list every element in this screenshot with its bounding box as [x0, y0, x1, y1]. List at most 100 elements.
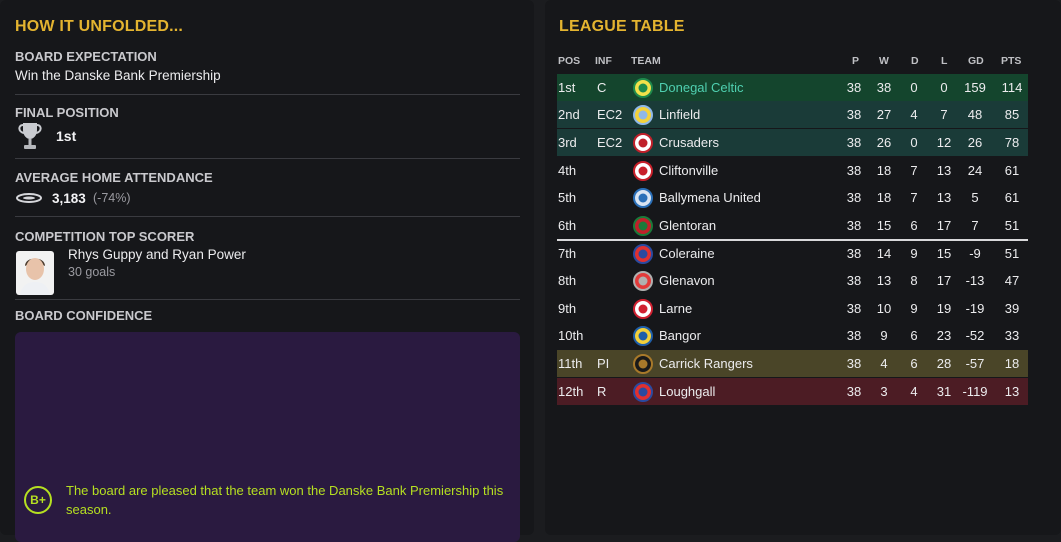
table-row[interactable]: 10th Bangor 38 9 6 23 -52 33: [557, 322, 1028, 349]
header-p[interactable]: P: [852, 55, 859, 67]
cell-d: 4: [910, 107, 918, 122]
table-row[interactable]: 2nd EC2 Linfield 38 27 4 7 48 85: [557, 101, 1028, 128]
cell-d: 0: [910, 135, 918, 150]
panel-title: HOW IT UNFOLDED...: [15, 18, 184, 35]
cell-pts: 51: [1004, 218, 1020, 233]
cell-pos: 4th: [558, 163, 577, 178]
cell-inf: R: [597, 384, 607, 399]
table-row[interactable]: 9th Larne 38 10 9 19 -19 39: [557, 295, 1028, 322]
cell-pos: 3rd: [558, 135, 577, 150]
player-avatar[interactable]: [16, 251, 54, 295]
board-expectation-label: BOARD EXPECTATION: [15, 49, 157, 64]
cell-pos: 7th: [558, 246, 577, 261]
cell-pts: 39: [1004, 301, 1020, 316]
cell-p: 38: [846, 80, 862, 95]
cell-team[interactable]: Loughgall: [659, 384, 715, 399]
cell-pos: 1st: [558, 80, 576, 95]
cell-pts: 61: [1004, 190, 1020, 205]
cell-team[interactable]: Glenavon: [659, 273, 715, 288]
final-position-label: FINAL POSITION: [15, 105, 119, 120]
cell-gd: -13: [965, 273, 985, 288]
cell-p: 38: [846, 328, 862, 343]
cell-team[interactable]: Cliftonville: [659, 163, 718, 178]
donegal-celtic-badge: [633, 78, 653, 98]
cell-pts: 47: [1004, 273, 1020, 288]
cell-team[interactable]: Linfield: [659, 107, 700, 122]
cell-pos: 12th: [558, 384, 584, 399]
cell-p: 38: [846, 218, 862, 233]
table-row[interactable]: 8th Glenavon 38 13 8 17 -13 47: [557, 267, 1028, 294]
cell-team[interactable]: Bangor: [659, 328, 701, 343]
table-row[interactable]: 3rd EC2 Crusaders 38 26 0 12 26 78: [557, 129, 1028, 156]
cell-team[interactable]: Crusaders: [659, 135, 719, 150]
header-w[interactable]: W: [879, 55, 889, 67]
final-position-value: 1st: [56, 128, 77, 144]
ballymena-united-badge: [633, 188, 653, 208]
cell-w: 15: [876, 218, 892, 233]
cell-team[interactable]: Larne: [659, 301, 692, 316]
table-row[interactable]: 11th PI Carrick Rangers 38 4 6 28 -57 18: [557, 350, 1028, 377]
cell-w: 14: [876, 246, 892, 261]
header-gd[interactable]: GD: [968, 55, 984, 67]
cell-team[interactable]: Ballymena United: [659, 190, 761, 205]
cell-inf: EC2: [597, 135, 623, 150]
header-l[interactable]: L: [941, 55, 947, 67]
bangor-badge: [633, 326, 653, 346]
divider: [15, 299, 520, 300]
loughgall-badge: [633, 382, 653, 402]
divider: [15, 216, 520, 217]
cell-pts: 78: [1004, 135, 1020, 150]
header-pos[interactable]: POS: [558, 55, 580, 67]
cell-pts: 18: [1004, 356, 1020, 371]
cell-gd: -52: [965, 328, 985, 343]
attendance-value: 3,183: [52, 191, 86, 206]
panel-title: LEAGUE TABLE: [559, 18, 685, 35]
cell-d: 9: [910, 301, 918, 316]
cell-team[interactable]: Carrick Rangers: [659, 356, 753, 371]
table-row[interactable]: 12th R Loughgall 38 3 4 31 -119 13: [557, 378, 1028, 405]
header-d[interactable]: D: [911, 55, 919, 67]
cell-team[interactable]: Glentoran: [659, 218, 716, 233]
table-row[interactable]: 1st C Donegal Celtic 38 38 0 0 159 114: [557, 74, 1028, 101]
cell-team[interactable]: Donegal Celtic: [659, 80, 744, 95]
table-row[interactable]: 6th Glentoran 38 15 6 17 7 51: [557, 212, 1028, 239]
cell-d: 6: [910, 218, 918, 233]
cell-d: 9: [910, 246, 918, 261]
board-confidence-text: The board are pleased that the team won …: [66, 483, 504, 517]
table-row[interactable]: 7th Coleraine 38 14 9 15 -9 51: [557, 240, 1028, 267]
cell-gd: -9: [969, 246, 981, 261]
table-row[interactable]: 4th Cliftonville 38 18 7 13 24 61: [557, 157, 1028, 184]
header-team[interactable]: TEAM: [631, 55, 661, 67]
cell-gd: 24: [967, 163, 983, 178]
crusaders-badge: [633, 133, 653, 153]
cell-w: 38: [876, 80, 892, 95]
cell-d: 6: [910, 328, 918, 343]
linfield-badge: [633, 105, 653, 125]
larne-badge: [633, 299, 653, 319]
glentoran-badge: [633, 216, 653, 236]
cell-pos: 5th: [558, 190, 577, 205]
cell-gd: 5: [971, 190, 979, 205]
header-pts[interactable]: PTS: [1001, 55, 1021, 67]
cell-d: 8: [910, 273, 918, 288]
cell-pts: 51: [1004, 246, 1020, 261]
cell-p: 38: [846, 107, 862, 122]
board-confidence-label: BOARD CONFIDENCE: [15, 308, 153, 323]
cell-gd: 26: [967, 135, 983, 150]
glenavon-badge: [633, 271, 653, 291]
attendance-change: (-74%): [93, 191, 131, 205]
cell-w: 13: [876, 273, 892, 288]
cell-w: 9: [880, 328, 888, 343]
cell-gd: -19: [965, 301, 985, 316]
cell-d: 0: [910, 80, 918, 95]
cell-d: 4: [910, 384, 918, 399]
table-row[interactable]: 5th Ballymena United 38 18 7 13 5 61: [557, 184, 1028, 211]
header-inf[interactable]: INF: [595, 55, 612, 67]
cell-w: 10: [876, 301, 892, 316]
cell-p: 38: [846, 190, 862, 205]
cell-team[interactable]: Coleraine: [659, 246, 715, 261]
split-separator: [557, 239, 1028, 241]
cell-pts: 114: [1001, 80, 1023, 95]
cell-p: 38: [846, 273, 862, 288]
cell-w: 27: [876, 107, 892, 122]
